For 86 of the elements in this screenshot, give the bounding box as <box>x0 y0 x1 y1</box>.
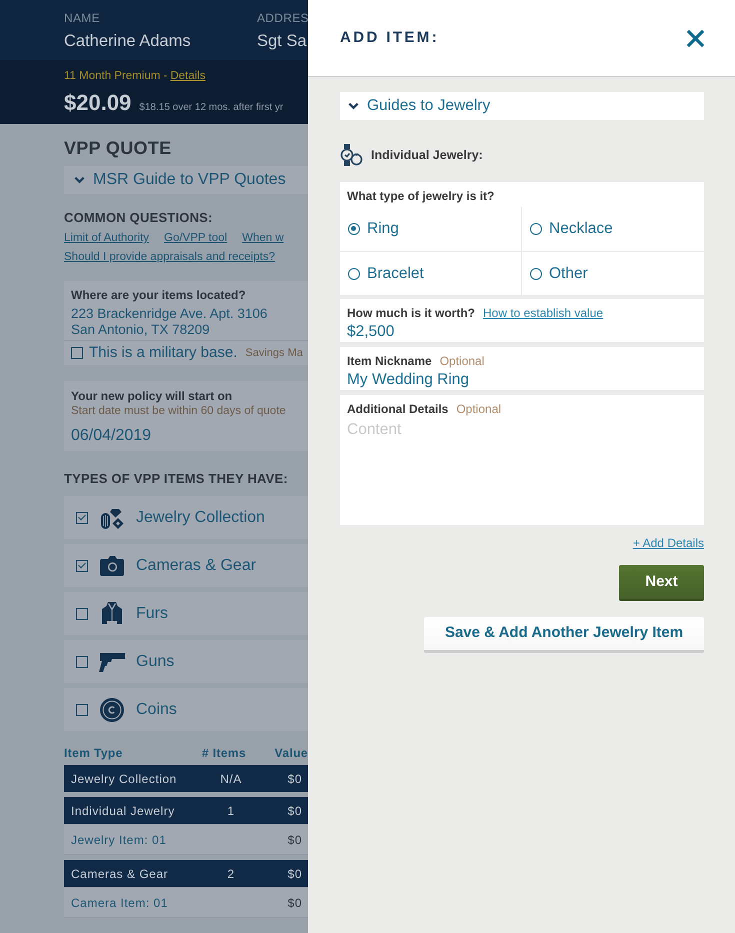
question-link[interactable]: Go/VPP tool <box>164 230 228 246</box>
table-cell-text: $0 <box>286 802 303 820</box>
chevron-down-icon <box>348 102 359 110</box>
checkbox[interactable] <box>71 347 83 359</box>
radio-option[interactable]: Necklace <box>522 207 704 251</box>
guide-toggle[interactable]: MSR Guide to VPP Quotes <box>64 166 308 194</box>
radio-button[interactable] <box>530 268 542 280</box>
price-field[interactable]: How much is it worth? How to establish value $2,500 <box>340 299 704 342</box>
column-header: Value <box>274 745 308 762</box>
start-date: 06/04/2019 <box>71 426 152 446</box>
table-cell-text: 2 <box>226 866 236 882</box>
premium-label: 11 Month Premium - <box>64 70 168 82</box>
table-cell-text: Jewelry Collection <box>71 770 178 788</box>
optional-label: Optional <box>456 401 502 418</box>
section-title: TYPES OF VPP ITEMS THEY HAVE: <box>64 470 288 488</box>
table-cell-text: Jewelry Item: 01 <box>71 832 168 848</box>
table-cell-text: 1 <box>226 802 236 820</box>
next-button[interactable]: Next <box>619 565 704 601</box>
item-row[interactable]: Camera Item: 01 $0 <box>64 888 308 918</box>
nickname-input[interactable]: My Wedding Ring <box>347 370 697 390</box>
details-link[interactable]: Details <box>170 70 206 82</box>
column-header: # Items <box>200 745 248 762</box>
table-cell-text: $0 <box>286 770 303 788</box>
chevron-down-icon <box>74 176 85 184</box>
table-cell-text: $0 <box>286 894 303 912</box>
nickname-field[interactable]: Item Nickname Optional My Wedding Ring <box>340 347 704 390</box>
field-label: ADDRES <box>257 11 308 26</box>
question-link[interactable]: Limit of Authority <box>64 230 150 246</box>
location-label: Where are your items located? <box>71 287 246 303</box>
premium-amount: $20.09 <box>64 89 132 117</box>
savings-note: Savings Ma <box>245 346 303 361</box>
field-label: Item Nickname <box>347 353 432 369</box>
address-line: San Antonio, TX 78209 <box>71 322 210 338</box>
table-cell-text: Individual Jewelry <box>71 802 176 820</box>
item-type-option[interactable]: Coins <box>64 688 308 731</box>
coin-icon <box>100 698 124 722</box>
panel-title: ADD ITEM: <box>340 29 440 47</box>
section-title: Individual Jewelry: <box>371 146 483 164</box>
checkbox[interactable] <box>76 608 88 620</box>
premium-note: $18.15 over 12 mos. after first yr <box>139 101 284 115</box>
date-hint: Start date must be within 60 days of quote <box>71 404 286 419</box>
section-title: COMMON QUESTIONS: <box>64 209 213 227</box>
close-icon <box>686 28 705 48</box>
table-cell-text: $0 <box>286 866 303 882</box>
field-label: Additional Details <box>347 401 448 417</box>
coat-icon <box>102 602 122 625</box>
radio-option[interactable]: Other <box>522 251 704 295</box>
price-input[interactable]: $2,500 <box>347 322 697 342</box>
radio-option[interactable]: Bracelet <box>340 251 522 295</box>
checkbox[interactable] <box>76 704 88 716</box>
military-base-checkbox[interactable]: This is a military base. <box>71 342 238 364</box>
optional-label: Optional <box>440 353 484 370</box>
radio-button[interactable] <box>530 223 542 235</box>
item-row[interactable]: Jewelry Item: 01 $0 <box>64 825 308 855</box>
question-link[interactable]: When w <box>242 230 284 246</box>
item-type-option[interactable]: Guns <box>64 640 308 683</box>
item-type-option[interactable]: Furs <box>64 592 308 635</box>
question-label: What type of jewelry is it? <box>346 188 496 205</box>
pistol-icon <box>99 652 125 672</box>
radio-button[interactable] <box>348 223 360 235</box>
guide-toggle[interactable]: Guides to Jewelry <box>340 92 704 120</box>
table-cell-text: Cameras & Gear <box>71 866 170 882</box>
column-header: Item Type <box>64 745 124 762</box>
watch-ring-icon <box>340 144 363 166</box>
checkbox[interactable] <box>76 560 88 572</box>
help-link[interactable]: How to establish value <box>483 304 604 322</box>
radio-option[interactable]: Ring <box>340 207 522 251</box>
field-label: NAME <box>64 11 100 26</box>
policy-label: Your new policy will start on <box>71 388 232 404</box>
field-value: Catherine Adams <box>64 31 191 52</box>
checkbox[interactable] <box>76 656 88 668</box>
add-details-link[interactable]: + Add Details <box>632 534 704 552</box>
checkbox[interactable] <box>76 512 88 524</box>
radio-button[interactable] <box>348 268 360 280</box>
save-add-another-button[interactable]: Save & Add Another Jewelry Item <box>424 617 704 653</box>
table-cell-text: Camera Item: 01 <box>71 894 169 912</box>
field-value: Sgt Sa <box>257 31 307 52</box>
question-link[interactable]: Should I provide appraisals and receipts? <box>64 249 275 265</box>
section-title: VPP QUOTE <box>64 137 172 160</box>
camera-icon <box>100 556 124 576</box>
item-type-option[interactable]: Jewelry Collection <box>64 496 308 539</box>
field-label: How much is it worth? <box>347 305 475 321</box>
table-cell-text: N/A <box>219 770 243 788</box>
item-type-option[interactable]: Cameras & Gear <box>64 544 308 587</box>
table-cell-text: $0 <box>286 832 303 848</box>
address-line: 223 Brackenridge Ave. Apt. 3106 <box>71 306 268 322</box>
